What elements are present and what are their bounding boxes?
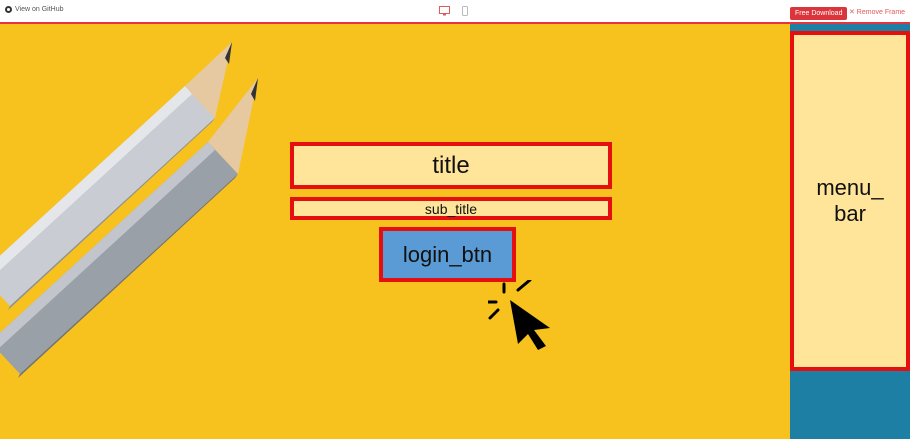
login-button[interactable]: login_btn [379,227,516,282]
github-link-label: View on GitHub [15,6,64,13]
device-switcher [439,6,468,16]
preview-topbar: View on GitHub Free Download ✕ Remove Fr… [0,0,910,24]
mobile-icon[interactable] [462,6,468,16]
view-on-github-link[interactable]: View on GitHub [5,6,64,13]
subtitle-placeholder: sub_title [290,197,612,220]
desktop-icon[interactable] [439,6,450,16]
github-icon [5,6,12,13]
click-cursor-icon [488,280,550,350]
title-placeholder: title [290,142,612,189]
menu-bar-placeholder[interactable]: menu_ bar [790,31,910,371]
free-download-button[interactable]: Free Download [790,7,848,20]
remove-frame-link[interactable]: ✕ Remove Frame [849,8,905,16]
